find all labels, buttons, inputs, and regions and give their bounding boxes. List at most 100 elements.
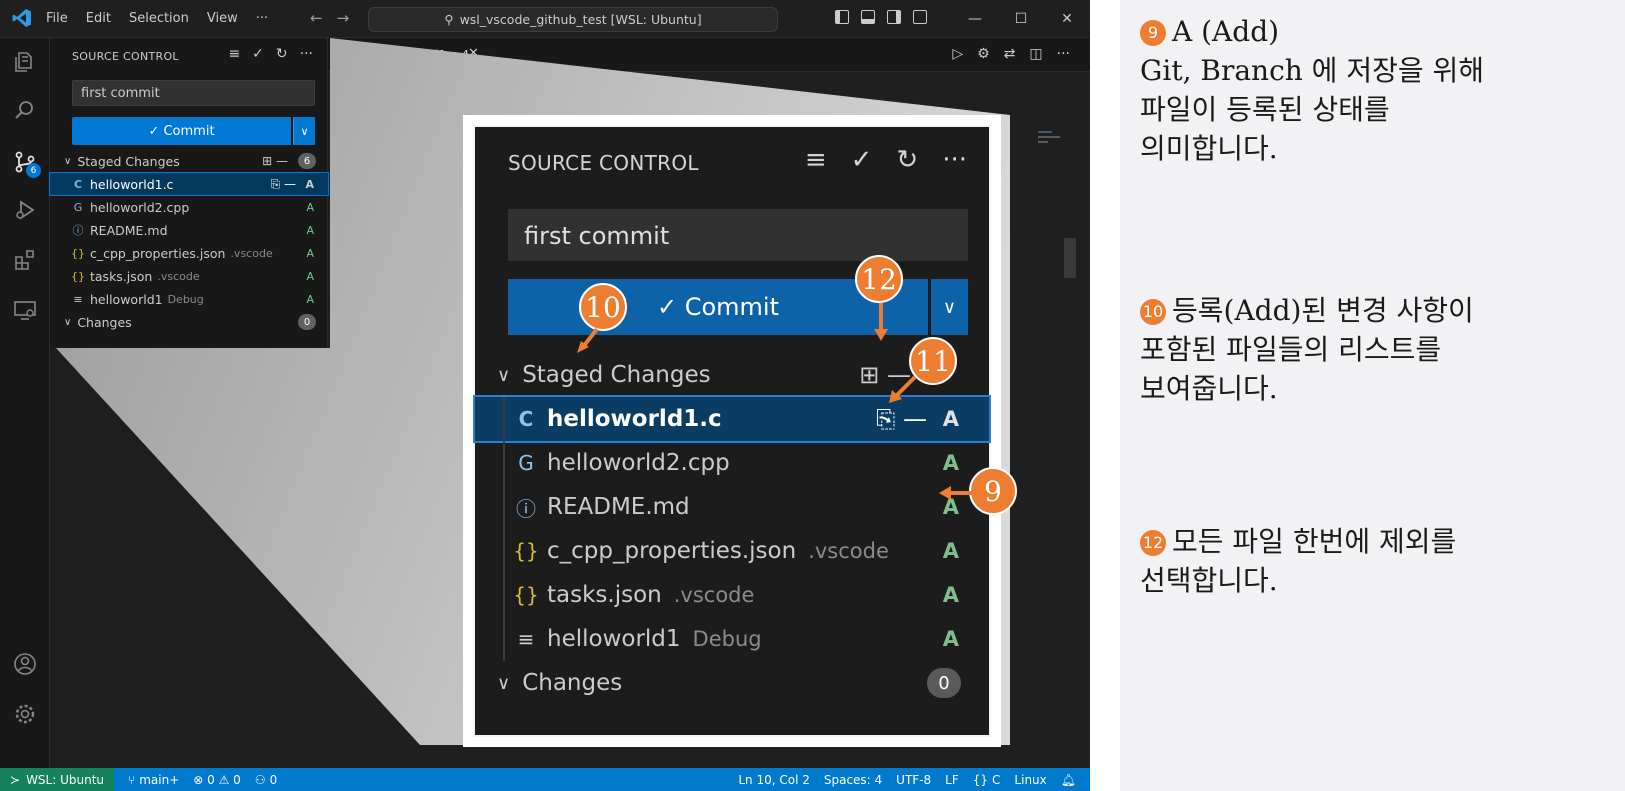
- file-dir: .vscode: [230, 246, 273, 260]
- callout-9: 9: [969, 467, 1017, 515]
- info-icon: ⓘ: [72, 224, 84, 237]
- open-file-unstage-icons[interactable]: ⎘ —: [876, 405, 927, 433]
- encoding[interactable]: UTF-8: [896, 773, 931, 787]
- chevron-down-icon: ∨: [497, 364, 511, 386]
- scm-toolbar: ≡ ✓ ↻ ···: [228, 46, 313, 62]
- staged-file-row[interactable]: G helloworld2.cpp A: [475, 441, 989, 485]
- text-file-icon: ≡: [517, 627, 535, 651]
- commit-check-icon[interactable]: ✓: [851, 145, 873, 175]
- changes-header[interactable]: ∨ Changes 0: [475, 661, 989, 705]
- zoomed-source-control: SOURCE CONTROL ≡ ✓ ↻ ··· first commit ✓ …: [473, 125, 1017, 737]
- braces-icon: {}: [972, 772, 989, 787]
- ports-count[interactable]: 0: [270, 773, 278, 787]
- changes-label: Changes: [77, 314, 132, 330]
- json-braces-icon: {}: [71, 269, 85, 283]
- unstage-all-icons[interactable]: ⊞ —: [262, 154, 288, 168]
- note-line: 의미합니다.: [1140, 132, 1278, 165]
- staged-file-row[interactable]: ⓘ README.md A: [50, 219, 328, 241]
- staged-file-row[interactable]: {} tasks.json .vscode A: [475, 573, 989, 617]
- language-mode[interactable]: C: [992, 773, 1000, 787]
- cpp-file-icon: G: [518, 451, 534, 475]
- open-file-unstage-icons[interactable]: ⎘ —: [271, 177, 296, 192]
- staged-file-row[interactable]: {} c_cpp_properties.json .vscode A: [50, 242, 328, 264]
- source-control-sidebar: SOURCE CONTROL ≡ ✓ ↻ ··· first commit ✓ …: [49, 38, 329, 348]
- note-number: 9: [1140, 19, 1166, 46]
- file-name: helloworld1.c: [90, 176, 174, 192]
- branch-name[interactable]: main+: [139, 773, 179, 787]
- note-line: Git, Branch 에 저장을 위해: [1140, 54, 1485, 87]
- file-dir: .vscode: [157, 269, 200, 283]
- changes-count-badge: 0: [298, 314, 316, 330]
- commit-button[interactable]: ✓ Commit: [72, 117, 291, 145]
- c-file-icon: C: [518, 407, 534, 431]
- bell-icon[interactable]: 🔔︎: [1061, 773, 1076, 787]
- file-name: helloworld2.cpp: [90, 199, 190, 215]
- scm-title: SOURCE CONTROL: [72, 50, 179, 63]
- text-file-icon: ≡: [73, 292, 83, 306]
- note-line: 선택합니다.: [1140, 564, 1278, 597]
- changes-header[interactable]: ∨ Changes 0: [50, 311, 328, 333]
- tree-indent-guide: [503, 397, 505, 661]
- file-name: helloworld1.c: [547, 406, 722, 432]
- file-status: A: [306, 269, 314, 283]
- file-status: A: [305, 177, 314, 191]
- remote-icon: ≻: [10, 772, 21, 787]
- view-as-tree-icon[interactable]: ≡: [228, 46, 240, 62]
- staged-file-row[interactable]: C helloworld1.c ⎘ — A: [49, 172, 329, 196]
- staged-file-row[interactable]: G helloworld2.cpp A: [50, 196, 328, 218]
- file-name: helloworld2.cpp: [547, 450, 730, 476]
- more-actions-icon[interactable]: ···: [300, 46, 313, 62]
- changes-count-badge: 0: [927, 668, 961, 698]
- cursor-position[interactable]: Ln 10, Col 2: [738, 773, 810, 787]
- file-status: A: [306, 292, 314, 306]
- view-as-tree-icon[interactable]: ≡: [805, 145, 827, 175]
- staged-file-row[interactable]: ≡ helloworld1 Debug A: [475, 617, 989, 661]
- refresh-icon[interactable]: ↻: [896, 145, 918, 175]
- commit-dropdown-chevron-icon[interactable]: ∨: [931, 279, 968, 335]
- file-status: A: [942, 539, 959, 563]
- callout-12-arrow: [874, 303, 888, 341]
- commit-dropdown-chevron-icon[interactable]: ∨: [293, 117, 315, 145]
- staged-file-row[interactable]: ⓘ README.md A: [475, 485, 989, 529]
- file-status: A: [942, 407, 959, 431]
- callout-12: 12: [855, 255, 903, 303]
- chevron-down-icon: ∨: [64, 155, 72, 167]
- note-line: 보여줍니다.: [1140, 372, 1278, 405]
- ports-icon: ⚇: [254, 772, 266, 787]
- note-9: 9A (Add) Git, Branch 에 저장을 위해 파일이 등록된 상태…: [1140, 12, 1610, 168]
- file-name: helloworld1: [547, 626, 681, 652]
- note-number: 10: [1140, 298, 1166, 325]
- changes-label: Changes: [522, 670, 623, 696]
- file-dir: Debug: [692, 627, 762, 651]
- file-name: README.md: [547, 494, 690, 520]
- remote-label: WSL: Ubuntu: [26, 772, 105, 787]
- staged-file-row[interactable]: ≡ helloworld1 Debug A: [50, 288, 328, 310]
- branch-icon: ⑂: [128, 772, 136, 787]
- line-ending[interactable]: LF: [945, 773, 959, 787]
- explanation-panel: 9A (Add) Git, Branch 에 저장을 위해 파일이 등록된 상태…: [1120, 0, 1625, 791]
- staged-file-row[interactable]: {} tasks.json .vscode A: [50, 265, 328, 287]
- file-status: A: [942, 451, 959, 475]
- callout-9-arrow: [939, 486, 973, 500]
- file-dir: .vscode: [808, 539, 889, 563]
- platform[interactable]: Linux: [1014, 773, 1046, 787]
- remote-indicator[interactable]: ≻ WSL: Ubuntu: [0, 768, 115, 791]
- staged-changes-header[interactable]: ∨ Staged Changes ⊞ — 6: [50, 150, 328, 172]
- file-status: A: [306, 200, 314, 214]
- file-name: helloworld1: [90, 291, 163, 307]
- note-line: 파일이 등록된 상태를: [1140, 93, 1390, 126]
- file-status: A: [942, 583, 959, 607]
- file-dir: Debug: [167, 292, 204, 306]
- indentation[interactable]: Spaces: 4: [824, 773, 882, 787]
- file-name: README.md: [90, 222, 168, 238]
- json-braces-icon: {}: [71, 246, 85, 260]
- commit-message-input[interactable]: first commit: [72, 80, 315, 106]
- problems-status[interactable]: ⊗ 0 ⚠ 0: [193, 773, 241, 787]
- staged-file-row[interactable]: {} c_cpp_properties.json .vscode A: [475, 529, 989, 573]
- commit-check-icon[interactable]: ✓: [252, 46, 264, 62]
- refresh-icon[interactable]: ↻: [276, 46, 288, 62]
- file-name: c_cpp_properties.json: [90, 245, 226, 261]
- note-12: 12 모든 파일 한번에 제외를 선택합니다.: [1140, 522, 1610, 600]
- more-actions-icon[interactable]: ···: [942, 145, 967, 175]
- commit-message-input[interactable]: first commit: [508, 209, 968, 261]
